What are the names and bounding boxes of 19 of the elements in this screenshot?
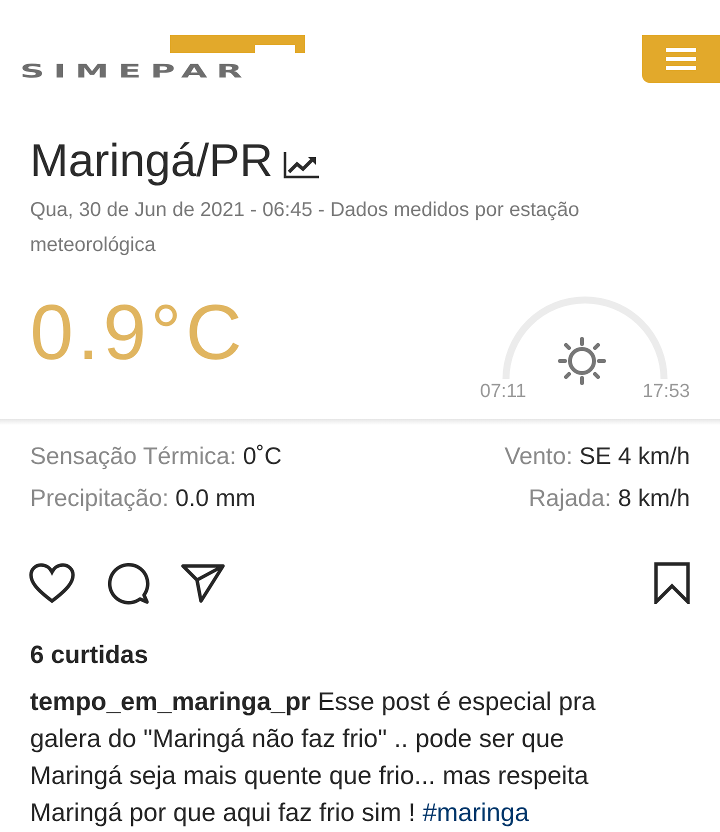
comment-icon[interactable] xyxy=(106,561,150,605)
sunset-time: 17:53 xyxy=(642,381,690,403)
temperature: 0.9°C xyxy=(30,293,246,371)
trend-chart-icon[interactable] xyxy=(282,150,321,180)
detail-reading: Rajada: 8 km/h xyxy=(528,485,690,513)
city-title: Maringá/PR xyxy=(30,133,273,187)
heart-icon[interactable] xyxy=(28,562,76,604)
menu-icon xyxy=(666,46,696,72)
sunrise-time: 07:11 xyxy=(480,381,526,403)
send-icon[interactable] xyxy=(180,562,226,604)
observation-info: Qua, 30 de Jun de 2021 - 06:45 - Dados medidos por estação meteorológica xyxy=(30,198,580,258)
post-caption: tempo_em_maringa_pr Esse post é especial pra galera do "Maringá não faz frio" .. pode ser que Maringá seja mais quente que frio... mas respeita Maringá por que aqui faz frio sim ! #maringa xyxy=(29,687,597,829)
likes-count: 6 curtidas xyxy=(29,640,150,670)
detail-reading: Precipitação: 0.0 mm xyxy=(30,485,256,513)
detail-reading: Vento: SE 4 km/h xyxy=(504,443,690,471)
hashtag-link[interactable]: #maringa xyxy=(422,799,529,827)
detail-reading: Sensação Térmica: 0˚C xyxy=(30,443,282,471)
logo: SIMEPAR xyxy=(20,35,310,81)
bookmark-icon[interactable] xyxy=(654,562,690,604)
